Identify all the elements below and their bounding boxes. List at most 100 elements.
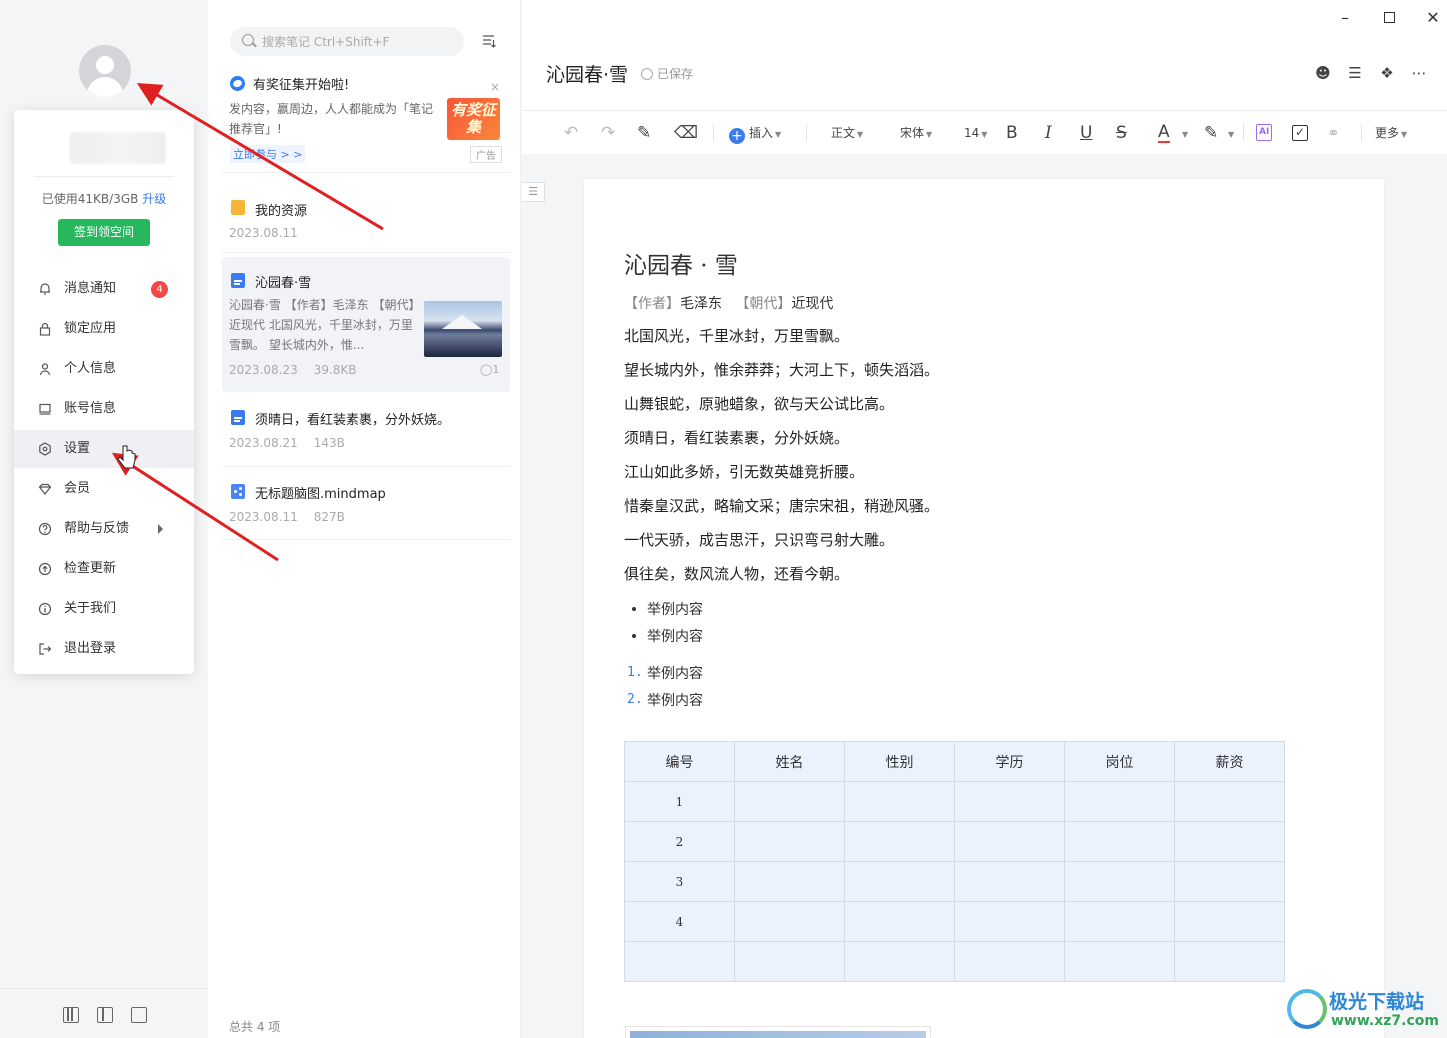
- document-title[interactable]: 沁园春·雪: [546, 60, 628, 87]
- table-cell[interactable]: [844, 941, 955, 982]
- table-cell[interactable]: [1064, 821, 1175, 862]
- table-cell[interactable]: [734, 781, 845, 822]
- promo-close-icon[interactable]: ×: [490, 80, 500, 94]
- poem-line[interactable]: 北国风光，千里冰封，万里雪飘。: [624, 325, 849, 346]
- menu-item-notifications[interactable]: 消息通知 4: [14, 270, 194, 308]
- bullet-item[interactable]: 举例内容: [632, 599, 703, 619]
- table-cell[interactable]: [624, 941, 735, 982]
- font-color-caret[interactable]: ▼: [1180, 123, 1188, 143]
- table-cell[interactable]: [954, 821, 1065, 862]
- menu-item-membership[interactable]: 会员: [14, 470, 194, 508]
- paragraph-style-select[interactable]: 正文 ▼: [831, 123, 863, 143]
- font-size-select[interactable]: 14 ▼: [964, 123, 987, 143]
- table-cell[interactable]: [1064, 861, 1175, 902]
- table-cell[interactable]: [1064, 781, 1175, 822]
- poem-line[interactable]: 惜秦皇汉武，略输文采；唐宗宋祖，稍逊风骚。: [624, 495, 939, 516]
- embedded-image[interactable]: [625, 1026, 931, 1038]
- poem-line[interactable]: 山舞银蛇，原驰蜡象，欲与天公试比高。: [624, 393, 894, 414]
- eraser-icon[interactable]: ⌫: [674, 123, 698, 143]
- underline-button[interactable]: U: [1080, 123, 1092, 143]
- undo-icon[interactable]: ↶: [564, 123, 578, 143]
- table-header-cell[interactable]: 学历: [954, 741, 1065, 782]
- table-cell[interactable]: [844, 781, 955, 822]
- promo-image[interactable]: 有奖征集: [447, 98, 500, 140]
- table-cell[interactable]: [954, 861, 1065, 902]
- single-column-layout-icon[interactable]: [131, 1007, 147, 1023]
- minimize-button[interactable]: –: [1335, 8, 1355, 28]
- user-avatar[interactable]: [79, 45, 131, 97]
- table-cell[interactable]: [1174, 901, 1285, 942]
- font-color-button[interactable]: A: [1158, 123, 1170, 143]
- poem-line[interactable]: 俱往矣，数风流人物，还看今朝。: [624, 563, 849, 584]
- table-cell[interactable]: [734, 861, 845, 902]
- table-cell[interactable]: [1174, 941, 1285, 982]
- sign-in-reward-button[interactable]: 签到领空间: [58, 219, 150, 246]
- close-button[interactable]: ✕: [1423, 8, 1443, 28]
- ordered-item[interactable]: 举例内容: [647, 663, 703, 683]
- table-cell[interactable]: 3: [624, 861, 735, 902]
- three-column-layout-icon[interactable]: [63, 1007, 79, 1023]
- table-cell[interactable]: 2: [624, 821, 735, 862]
- poem-line[interactable]: 望长城内外，惟余莽莽；大河上下，顿失滔滔。: [624, 359, 939, 380]
- table-header-cell[interactable]: 岗位: [1064, 741, 1175, 782]
- table-header-cell[interactable]: 薪资: [1174, 741, 1285, 782]
- outline-toggle-icon[interactable]: ☰: [522, 182, 545, 202]
- table-cell[interactable]: [1174, 781, 1285, 822]
- table-cell[interactable]: [1064, 941, 1175, 982]
- menu-item-lock-app[interactable]: 锁定应用: [14, 310, 194, 348]
- insert-button[interactable]: + 插入 ▼: [729, 123, 781, 144]
- table-header-cell[interactable]: 姓名: [734, 741, 845, 782]
- promo-title[interactable]: 有奖征集开始啦!: [253, 74, 349, 93]
- bold-button[interactable]: B: [1006, 123, 1018, 143]
- bullet-item[interactable]: 举例内容: [632, 626, 703, 646]
- table-header-cell[interactable]: 编号: [624, 741, 735, 782]
- highlight-caret[interactable]: ▼: [1226, 123, 1234, 143]
- table-cell[interactable]: [954, 941, 1065, 982]
- maximize-button[interactable]: [1379, 8, 1399, 28]
- table-cell[interactable]: [1174, 861, 1285, 902]
- menu-item-personal-info[interactable]: 个人信息: [14, 350, 194, 388]
- table-cell[interactable]: [844, 861, 955, 902]
- poem-line[interactable]: 江山如此多娇，引无数英雄竞折腰。: [624, 461, 864, 482]
- document-heading[interactable]: 沁园春 · 雪: [624, 246, 738, 280]
- format-painter-icon[interactable]: ✎: [637, 123, 651, 143]
- author-line[interactable]: 【作者】毛泽东 【朝代】近现代: [624, 293, 833, 313]
- share-user-icon[interactable]: ☻: [1314, 64, 1332, 82]
- menu-item-account-info[interactable]: 账号信息: [14, 390, 194, 428]
- upgrade-link[interactable]: 升级: [142, 192, 166, 206]
- two-column-layout-icon[interactable]: [97, 1007, 113, 1023]
- table-cell[interactable]: [734, 821, 845, 862]
- promo-join-link[interactable]: 立即参与 > >: [230, 145, 306, 163]
- menu-item-check-update[interactable]: 检查更新: [14, 550, 194, 588]
- table-cell[interactable]: [734, 901, 845, 942]
- more-toolbar-button[interactable]: 更多 ▼: [1375, 123, 1407, 143]
- list-item-selected[interactable]: 沁园春·雪 沁园春·雪 【作者】毛泽东 【朝代】近现代 北国风光，千里冰封，万里…: [222, 257, 510, 392]
- ordered-item[interactable]: 举例内容: [647, 690, 703, 710]
- table-cell[interactable]: [844, 901, 955, 942]
- table-cell[interactable]: 1: [624, 781, 735, 822]
- italic-button[interactable]: I: [1045, 123, 1052, 143]
- menu-item-settings[interactable]: 设置: [14, 430, 194, 468]
- table-cell[interactable]: [844, 821, 955, 862]
- link-icon[interactable]: ⚭: [1327, 123, 1340, 143]
- network-icon[interactable]: ❖: [1378, 64, 1396, 82]
- search-box[interactable]: [230, 27, 464, 56]
- data-table[interactable]: 编号 姓名 性别 学历 岗位 薪资 1 2 3 4: [624, 741, 1285, 982]
- strikethrough-button[interactable]: S: [1116, 123, 1127, 143]
- list-item[interactable]: 须晴日，看红装素裹，分外妖娆。 2023.08.21 143B: [222, 396, 510, 462]
- table-cell[interactable]: [1174, 821, 1285, 862]
- menu-item-help-feedback[interactable]: 帮助与反馈: [14, 510, 194, 548]
- menu-item-logout[interactable]: 退出登录: [14, 630, 194, 668]
- checkbox-icon[interactable]: ✓: [1292, 125, 1308, 141]
- redo-icon[interactable]: ↷: [601, 123, 615, 143]
- table-cell[interactable]: [734, 941, 845, 982]
- poem-line[interactable]: 一代天骄，成吉思汗，只识弯弓射大雕。: [624, 529, 894, 550]
- search-input[interactable]: [262, 32, 452, 52]
- font-family-select[interactable]: 宋体 ▼: [900, 123, 932, 143]
- more-options-icon[interactable]: ⋯: [1410, 64, 1428, 82]
- table-cell[interactable]: [954, 781, 1065, 822]
- menu-item-about-us[interactable]: 关于我们: [14, 590, 194, 628]
- highlight-icon[interactable]: ✎: [1204, 123, 1218, 143]
- table-cell[interactable]: 4: [624, 901, 735, 942]
- table-cell[interactable]: [954, 901, 1065, 942]
